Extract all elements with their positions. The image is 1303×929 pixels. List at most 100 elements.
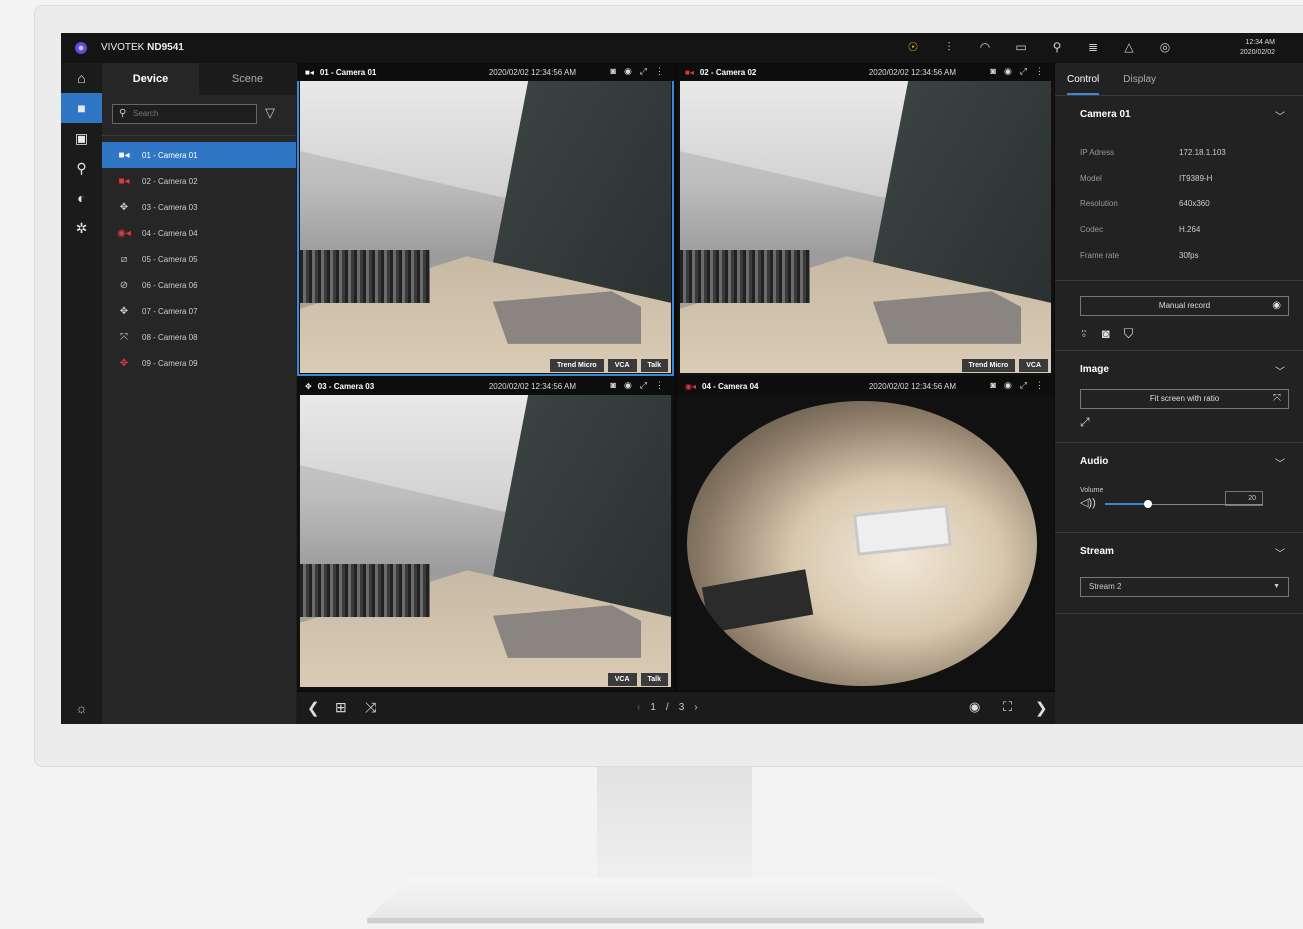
snapshot-icon[interactable]: ◙ bbox=[1102, 326, 1110, 342]
camera-list-item[interactable]: ◉◂ 04 - Camera 04 bbox=[102, 220, 296, 246]
more-icon[interactable]: ⋮ bbox=[655, 66, 664, 77]
section-title[interactable]: Stream bbox=[1080, 533, 1289, 571]
filter-icon[interactable]: ▽ bbox=[265, 105, 275, 121]
bookmark-icon[interactable]: ⛉ bbox=[1124, 326, 1134, 342]
camera-list-item[interactable]: ■◂ 02 - Camera 02 bbox=[102, 168, 296, 194]
badge-talk[interactable]: Talk bbox=[640, 673, 668, 686]
eye-icon[interactable]: ◉ bbox=[624, 66, 632, 77]
expand-icon[interactable]: ⤢ bbox=[1080, 415, 1289, 430]
badge-vca[interactable]: VCA bbox=[1019, 359, 1048, 372]
camera-list-item[interactable]: ✥ 07 - Camera 07 bbox=[102, 298, 296, 324]
section-title[interactable]: Audio bbox=[1080, 443, 1289, 481]
info-value: IT9389-H bbox=[1179, 173, 1213, 183]
screen-icon[interactable]: ▭ bbox=[1013, 39, 1029, 55]
badge-trend-micro[interactable]: Trend Micro bbox=[550, 359, 604, 372]
fullscreen-icon[interactable]: ⛶ bbox=[1003, 699, 1012, 715]
camera-info-section: Camera 01 ﹀ IP Adress 172.18.1.103 Model I… bbox=[1055, 96, 1303, 281]
brightness-icon[interactable]: ☼ bbox=[61, 700, 102, 716]
info-row: Resolution 640x360 bbox=[1080, 191, 1289, 217]
search-icon: ⚲ bbox=[119, 108, 127, 119]
video-grid: ■◂ 01 - Camera 01 2020/02/02 12:34:56 AM… bbox=[297, 63, 1055, 692]
volume-slider[interactable]: ◁)) bbox=[1080, 494, 1289, 514]
chevron-right-icon[interactable]: ❯ bbox=[1035, 699, 1048, 717]
camera-list-item[interactable]: ✥ 03 - Camera 03 bbox=[102, 194, 296, 220]
ptz-icon: ✥ bbox=[119, 201, 129, 213]
playback-icon[interactable]: ▣ bbox=[61, 123, 102, 153]
expand-icon[interactable]: ⤢ bbox=[1020, 380, 1027, 391]
shuffle-off-icon[interactable]: ⤨ bbox=[365, 699, 376, 716]
expand-icon[interactable]: ⤢ bbox=[640, 66, 647, 77]
camera-list-item[interactable]: ✥ 09 - Camera 09 bbox=[102, 350, 296, 376]
camera-list-item[interactable]: ⊘ 06 - Camera 06 bbox=[102, 272, 296, 298]
eye-icon[interactable]: ◉ bbox=[1004, 380, 1012, 391]
info-row: IP Adress 172.18.1.103 bbox=[1080, 140, 1289, 166]
chevron-down-icon[interactable]: ﹀ bbox=[1275, 108, 1285, 123]
layout-grid-icon[interactable]: ⊞ bbox=[335, 699, 347, 716]
camera-list-item[interactable]: ⤧ 08 - Camera 08 bbox=[102, 324, 296, 350]
eye-icon[interactable]: ◉ bbox=[1004, 66, 1012, 77]
section-title[interactable]: Image bbox=[1080, 351, 1289, 389]
tab-display[interactable]: Display bbox=[1123, 63, 1156, 95]
camera-offline-icon: ⧄ bbox=[120, 253, 128, 265]
chevron-down-icon[interactable]: ﹀ bbox=[1275, 455, 1285, 470]
snapshot-icon[interactable]: ◙ bbox=[611, 380, 616, 391]
eye-icon[interactable]: ◉ bbox=[624, 380, 632, 391]
tab-device[interactable]: Device bbox=[102, 63, 199, 95]
badge-talk[interactable]: Talk bbox=[640, 359, 668, 372]
page-prev-icon[interactable]: ‹ bbox=[637, 702, 640, 713]
camera-list-item[interactable]: ■◂ 01 - Camera 01 bbox=[102, 142, 296, 168]
camera-recording-icon: ■◂ bbox=[118, 175, 130, 187]
snapshot-icon[interactable]: ◙ bbox=[611, 66, 616, 77]
settings-icon[interactable]: ✲ bbox=[61, 213, 102, 243]
alert-icon[interactable]: ☉ bbox=[905, 39, 921, 55]
home-icon[interactable]: ⌂ bbox=[61, 63, 102, 93]
tile-camera-name: 03 - Camera 03 bbox=[317, 381, 375, 391]
snapshot-icon[interactable]: ◙ bbox=[991, 380, 996, 391]
grid-footer: ❮ ⊞ ⤨ ‹ 1 / 3 › ◉ ⛶ ❯ bbox=[297, 692, 1055, 724]
control-panel: Control Display Camera 01 ﹀ IP Adress 172… bbox=[1055, 63, 1303, 724]
microphone-icon[interactable]: ⍤ bbox=[1080, 326, 1088, 342]
badge-vca[interactable]: VCA bbox=[607, 673, 637, 686]
database-icon[interactable]: ≣ bbox=[1085, 39, 1101, 55]
tab-control[interactable]: Control bbox=[1067, 63, 1100, 95]
app-screen: VIVOTEK ND9541 ☉ ⫶ ◠ ▭ ⚲ ≣ △ ◎ 12:34 AM … bbox=[61, 33, 1303, 724]
badge-trend-micro[interactable]: Trend Micro bbox=[961, 359, 1016, 372]
page-next-icon[interactable]: › bbox=[694, 702, 697, 713]
video-tile[interactable]: ◉◂ 04 - Camera 04 2020/02/02 12:34:56 AM… bbox=[677, 377, 1054, 690]
info-key: Resolution bbox=[1080, 199, 1118, 209]
event-icon[interactable]: ◐ bbox=[61, 183, 102, 213]
tab-scene[interactable]: Scene bbox=[199, 63, 296, 95]
snapshot-icon[interactable]: ◙ bbox=[991, 66, 996, 77]
ptz-icon: ✥ bbox=[119, 305, 129, 317]
video-tile[interactable]: ✥ 03 - Camera 03 2020/02/02 12:34:56 AM … bbox=[297, 377, 674, 690]
chevron-left-icon[interactable]: ❮ bbox=[307, 699, 320, 717]
bell-icon[interactable]: △ bbox=[1121, 39, 1137, 55]
page-separator: / bbox=[665, 702, 669, 713]
more-icon[interactable]: ⋮ bbox=[1035, 380, 1044, 391]
more-icon[interactable]: ⋮ bbox=[655, 380, 664, 391]
camera-list: ■◂ 01 - Camera 01 ■◂ 02 - Camera 02 ✥ 03 - … bbox=[102, 142, 296, 376]
camera-icon[interactable]: ■ bbox=[61, 93, 102, 123]
expand-icon[interactable]: ⤢ bbox=[640, 380, 647, 391]
manual-record-button[interactable]: Manual record ◉ bbox=[1080, 295, 1289, 316]
video-tile[interactable]: ■◂ 01 - Camera 01 2020/02/02 12:34:56 AM… bbox=[297, 63, 674, 376]
search-icon[interactable]: ⚲ bbox=[61, 153, 102, 183]
section-title[interactable]: Camera 01 bbox=[1080, 96, 1289, 134]
badge-vca[interactable]: VCA bbox=[607, 359, 637, 372]
camera-feed-image bbox=[300, 395, 671, 687]
fit-screen-button[interactable]: Fit screen with ratio ⤧ bbox=[1080, 388, 1289, 409]
more-icon[interactable]: ⋮ bbox=[1035, 66, 1044, 77]
camera-list-item[interactable]: ⧄ 05 - Camera 05 bbox=[102, 246, 296, 272]
expand-icon[interactable]: ⤢ bbox=[1020, 66, 1027, 77]
volume-knob[interactable] bbox=[1143, 499, 1152, 508]
eye-icon[interactable]: ◉ bbox=[969, 699, 980, 715]
clock-time: 12:34 AM bbox=[1245, 39, 1275, 46]
usb-icon[interactable]: ⚲ bbox=[1049, 39, 1065, 55]
stream-select[interactable]: Stream 2 ▼ bbox=[1080, 576, 1289, 597]
user-icon[interactable]: ◎ bbox=[1157, 39, 1173, 55]
chevron-down-icon[interactable]: ﹀ bbox=[1275, 363, 1285, 378]
search-input[interactable]: Search bbox=[112, 104, 257, 124]
info-row: Frame rate 30fps bbox=[1080, 242, 1289, 268]
chevron-down-icon[interactable]: ﹀ bbox=[1275, 545, 1285, 560]
video-tile[interactable]: ■◂ 02 - Camera 02 2020/02/02 12:34:56 AM… bbox=[677, 63, 1054, 376]
